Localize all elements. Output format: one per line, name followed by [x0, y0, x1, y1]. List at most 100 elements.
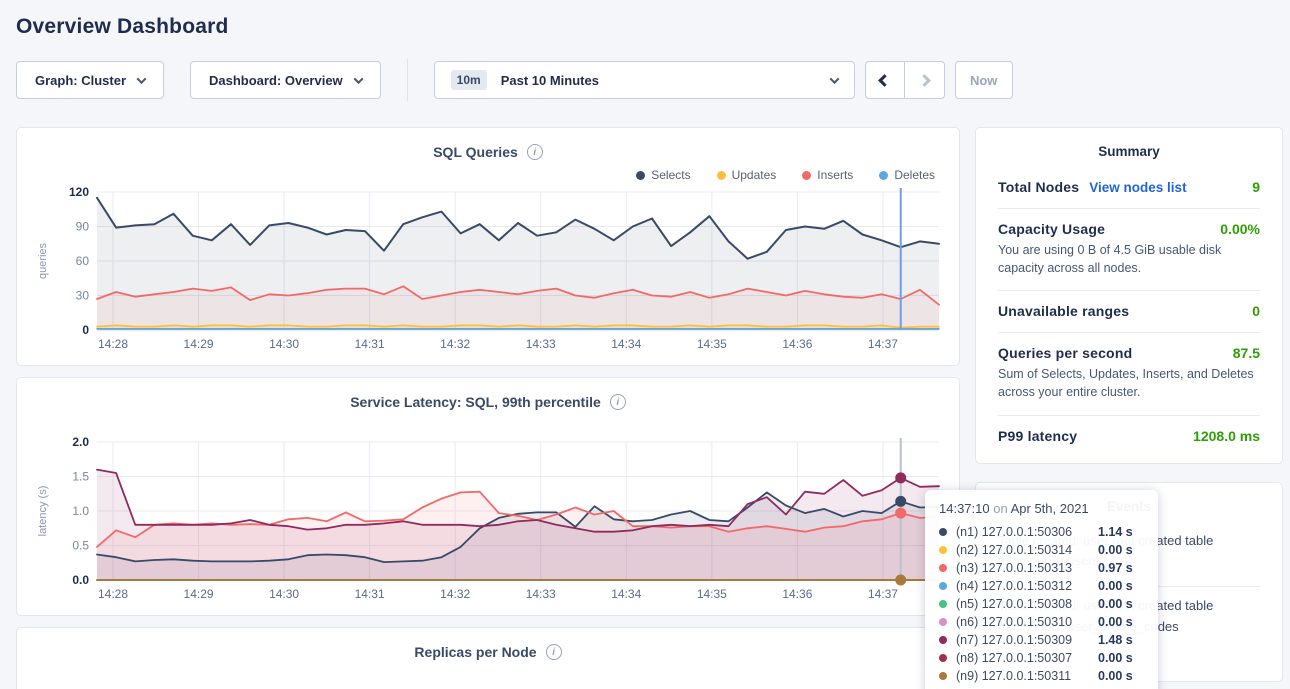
- info-icon[interactable]: i: [546, 644, 562, 660]
- info-icon[interactable]: i: [610, 394, 626, 410]
- summary-value: 9: [1252, 179, 1260, 195]
- svg-text:60: 60: [76, 254, 90, 268]
- summary-value: 0: [1252, 303, 1260, 319]
- tooltip-timestamp: 14:37:10 on Apr 5th, 2021: [939, 501, 1144, 516]
- chart-title: SQL Queries: [433, 144, 518, 160]
- series-dot: [717, 171, 726, 180]
- chevron-down-icon: [137, 74, 147, 84]
- time-prev-button[interactable]: [866, 62, 905, 98]
- svg-text:14:36: 14:36: [782, 337, 812, 351]
- info-icon[interactable]: i: [527, 144, 543, 160]
- summary-title: Summary: [998, 144, 1260, 159]
- summary-label: Total Nodes: [998, 179, 1079, 195]
- graph-dropdown[interactable]: Graph: Cluster: [16, 61, 164, 99]
- series-dot: [939, 582, 947, 590]
- sql-queries-panel: SQL Queries i Selects Updates Inserts De…: [16, 127, 960, 366]
- sql-queries-chart[interactable]: 030609012014:2814:2914:3014:3114:3214:33…: [33, 186, 945, 354]
- svg-text:90: 90: [76, 220, 90, 234]
- svg-text:14:30: 14:30: [269, 337, 299, 351]
- service-latency-chart[interactable]: 0.00.51.01.52.014:2814:2914:3014:3114:32…: [33, 436, 945, 604]
- svg-text:14:37: 14:37: [868, 337, 898, 351]
- time-range-label: Past 10 Minutes: [501, 73, 831, 88]
- svg-text:14:35: 14:35: [697, 587, 727, 601]
- series-dot: [636, 171, 645, 180]
- svg-text:14:30: 14:30: [269, 587, 299, 601]
- series-dot: [939, 528, 947, 536]
- tooltip-row-n4: (n4) 127.0.0.1:503120.00 s: [939, 577, 1144, 595]
- svg-text:14:28: 14:28: [98, 587, 128, 601]
- chart-title: Replicas per Node: [414, 644, 536, 660]
- summary-label: Queries per second: [998, 345, 1132, 361]
- time-range-badge: 10m: [451, 70, 487, 90]
- toolbar-divider: [407, 59, 408, 101]
- svg-text:14:37: 14:37: [868, 587, 898, 601]
- legend-item-selects: Selects: [636, 168, 690, 182]
- time-range-picker[interactable]: 10m Past 10 Minutes: [434, 61, 855, 99]
- tooltip-row-n5: (n5) 127.0.0.1:503080.00 s: [939, 595, 1144, 613]
- tooltip-row-n1: (n1) 127.0.0.1:503061.14 s: [939, 523, 1144, 541]
- summary-panel: Summary Total Nodes View nodes list 9 Ca…: [975, 127, 1283, 464]
- series-dot: [879, 171, 888, 180]
- summary-row-capacity-usage: Capacity Usage 0.00% You are using 0 B o…: [998, 209, 1260, 291]
- svg-text:30: 30: [76, 289, 90, 303]
- legend-item-inserts: Inserts: [802, 168, 853, 182]
- charts-column: SQL Queries i Selects Updates Inserts De…: [16, 127, 960, 689]
- now-button[interactable]: Now: [955, 61, 1013, 99]
- svg-text:14:36: 14:36: [782, 587, 812, 601]
- view-nodes-list-link[interactable]: View nodes list: [1089, 180, 1186, 195]
- chevron-down-icon: [829, 74, 839, 84]
- summary-row-total-nodes: Total Nodes View nodes list 9: [998, 167, 1260, 209]
- dashboard-dropdown[interactable]: Dashboard: Overview: [190, 61, 381, 99]
- svg-text:14:32: 14:32: [440, 587, 470, 601]
- svg-text:14:35: 14:35: [697, 337, 727, 351]
- tooltip-row-n8: (n8) 127.0.0.1:503070.00 s: [939, 649, 1144, 667]
- svg-text:14:31: 14:31: [355, 587, 385, 601]
- tooltip-row-n3: (n3) 127.0.0.1:503130.97 s: [939, 559, 1144, 577]
- summary-row-queries-per-second: Queries per second 87.5 Sum of Selects, …: [998, 333, 1260, 415]
- time-step-buttons: [865, 61, 945, 99]
- series-dot: [939, 618, 947, 626]
- legend-spacer: [33, 412, 943, 436]
- svg-text:queries: queries: [37, 242, 49, 279]
- summary-row-p99-latency: P99 latency 1208.0 ms: [998, 416, 1260, 457]
- summary-subtext: You are using 0 B of 4.5 GiB usable disk…: [998, 241, 1260, 277]
- legend-item-updates: Updates: [717, 168, 777, 182]
- svg-text:14:33: 14:33: [526, 587, 556, 601]
- chart-legend: Selects Updates Inserts Deletes: [33, 166, 935, 184]
- svg-text:14:28: 14:28: [98, 337, 128, 351]
- svg-text:latency (s): latency (s): [37, 486, 49, 537]
- graph-dropdown-label: Graph: Cluster: [35, 73, 126, 88]
- series-dot: [939, 636, 947, 644]
- svg-text:14:33: 14:33: [526, 337, 556, 351]
- replicas-title-row: Replicas per Node i: [33, 642, 943, 662]
- svg-text:14:32: 14:32: [440, 337, 470, 351]
- series-dot: [802, 171, 811, 180]
- summary-label: Capacity Usage: [998, 221, 1105, 237]
- summary-value: 87.5: [1233, 345, 1260, 361]
- tooltip-row-n9: (n9) 127.0.0.1:503110.00 s: [939, 667, 1144, 685]
- series-dot: [939, 654, 947, 662]
- series-dot: [939, 564, 947, 572]
- svg-text:0.5: 0.5: [72, 539, 89, 553]
- svg-text:14:29: 14:29: [184, 587, 214, 601]
- legend-item-deletes: Deletes: [879, 168, 935, 182]
- time-next-button[interactable]: [904, 62, 944, 98]
- chart-title: Service Latency: SQL, 99th percentile: [350, 394, 601, 410]
- svg-text:0.0: 0.0: [72, 573, 89, 587]
- series-dot: [939, 600, 947, 608]
- svg-text:14:29: 14:29: [184, 337, 214, 351]
- dashboard-dropdown-label: Dashboard: Overview: [209, 73, 343, 88]
- svg-text:14:34: 14:34: [611, 337, 641, 351]
- chevron-right-icon: [918, 74, 931, 87]
- chevron-left-icon: [879, 74, 892, 87]
- page-title: Overview Dashboard: [16, 15, 1290, 39]
- svg-text:2.0: 2.0: [72, 436, 89, 449]
- replicas-per-node-panel: Replicas per Node i: [16, 627, 960, 689]
- tooltip-row-n7: (n7) 127.0.0.1:503091.48 s: [939, 631, 1144, 649]
- summary-subtext: Sum of Selects, Updates, Inserts, and De…: [998, 365, 1260, 401]
- series-dot: [939, 672, 947, 680]
- chevron-down-icon: [353, 74, 363, 84]
- svg-text:1.0: 1.0: [72, 504, 89, 518]
- summary-label: Unavailable ranges: [998, 303, 1129, 319]
- tooltip-row-n6: (n6) 127.0.0.1:503100.00 s: [939, 613, 1144, 631]
